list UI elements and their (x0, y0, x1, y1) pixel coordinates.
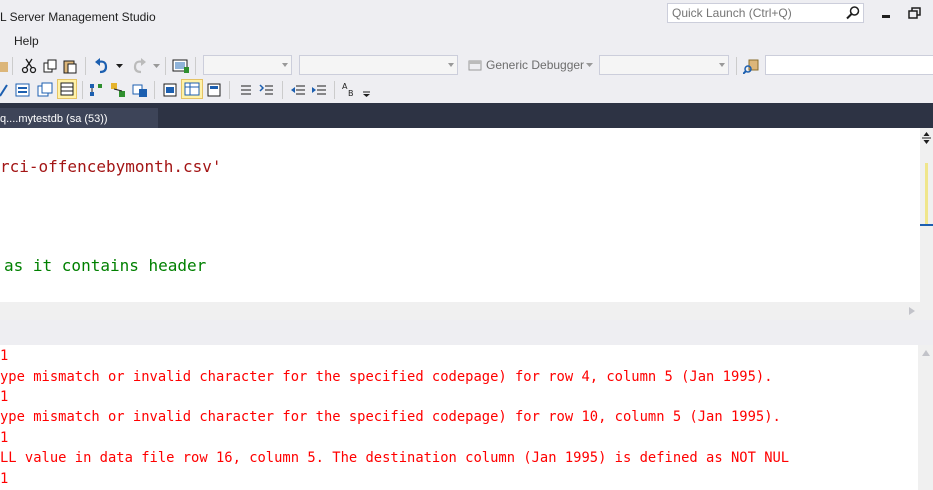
paste-icon[interactable] (62, 58, 78, 74)
grid-icon (60, 82, 74, 96)
platform-combo[interactable] (299, 55, 458, 75)
window-title: L Server Management Studio (0, 10, 156, 24)
redo-icon[interactable] (131, 58, 147, 74)
scrollbar-caret-marker (920, 224, 933, 226)
toolbar-overflow-icon[interactable] (363, 91, 370, 97)
scroll-right-icon[interactable] (909, 307, 915, 315)
server-explorer-icon[interactable] (172, 58, 190, 74)
separator (154, 81, 155, 99)
undo-icon[interactable] (94, 58, 110, 74)
editor-line-comment: as it contains header (4, 256, 207, 275)
message-line: LL value in data file row 16, column 5. … (0, 450, 790, 466)
quick-launch-box[interactable] (667, 3, 864, 23)
separator (12, 57, 13, 75)
message-line: 1 (0, 348, 9, 364)
editor-line-string: rci-offencebymonth.csv' (0, 157, 222, 176)
separator (736, 57, 737, 75)
redo-dropdown-icon[interactable] (153, 64, 160, 68)
debugger-label[interactable]: Generic Debugger (486, 58, 584, 72)
minimize-icon[interactable] (878, 8, 894, 22)
comment-out-icon[interactable] (238, 82, 254, 98)
query-editor[interactable] (0, 128, 920, 302)
results-to-text-icon[interactable] (162, 82, 178, 98)
editor-horizontal-scrollbar[interactable] (0, 302, 933, 320)
sql-editor-toolbar: AB (0, 79, 933, 101)
quick-launch-input[interactable] (668, 4, 842, 22)
split-icon[interactable] (920, 131, 933, 145)
open-folder-icon[interactable] (0, 58, 8, 74)
query-options-icon[interactable] (37, 82, 53, 98)
results-to-file-icon[interactable] (206, 82, 222, 98)
tab-query-label: q....mytestdb (sa (53)) (0, 113, 108, 125)
find-in-files-icon[interactable] (743, 58, 759, 74)
separator (229, 81, 230, 99)
separator (82, 81, 83, 99)
increase-indent-icon[interactable] (311, 82, 327, 98)
separator (282, 81, 283, 99)
target-combo[interactable] (599, 55, 729, 75)
editor-vertical-scrollbar[interactable] (920, 128, 933, 302)
standard-toolbar: Generic Debugger (0, 55, 933, 77)
restore-icon[interactable] (907, 6, 923, 20)
messages-vertical-scrollbar[interactable] (918, 345, 933, 490)
results-grid-toggle[interactable] (181, 79, 203, 99)
statistics-icon[interactable] (88, 82, 104, 98)
display-plan-icon[interactable] (15, 82, 31, 98)
results-to-grid-toggle[interactable] (57, 79, 77, 99)
cut-icon[interactable] (21, 58, 37, 74)
debugger-dropdown-icon[interactable] (586, 63, 593, 67)
configuration-combo[interactable] (203, 55, 292, 75)
message-line: 1 (0, 430, 9, 446)
decrease-indent-icon[interactable] (290, 82, 306, 98)
copy-icon[interactable] (42, 58, 58, 74)
separator (195, 57, 196, 75)
separator (165, 57, 166, 75)
uncomment-icon[interactable] (259, 82, 275, 98)
live-stats-icon[interactable] (132, 82, 148, 98)
scrollbar-change-marker (925, 163, 928, 225)
search-icon[interactable] (845, 5, 861, 21)
message-line: ype mismatch or invalid character for th… (0, 369, 773, 385)
message-line: 1 (0, 471, 9, 487)
undo-dropdown-icon[interactable] (116, 64, 123, 68)
menu-help[interactable]: Help (14, 34, 39, 48)
specify-values-icon[interactable]: AB (341, 81, 357, 99)
message-line: ype mismatch or invalid character for th… (0, 409, 781, 425)
svg-text:B: B (348, 89, 354, 98)
message-line: 1 (0, 389, 9, 405)
table-icon (184, 82, 200, 96)
start-debugger-icon[interactable] (468, 59, 482, 71)
scroll-up-icon[interactable] (922, 350, 930, 356)
separator (334, 81, 335, 99)
find-combo[interactable] (765, 55, 933, 75)
execute-icon[interactable] (0, 82, 8, 98)
actual-plan-icon[interactable] (110, 82, 126, 98)
separator (85, 57, 86, 75)
